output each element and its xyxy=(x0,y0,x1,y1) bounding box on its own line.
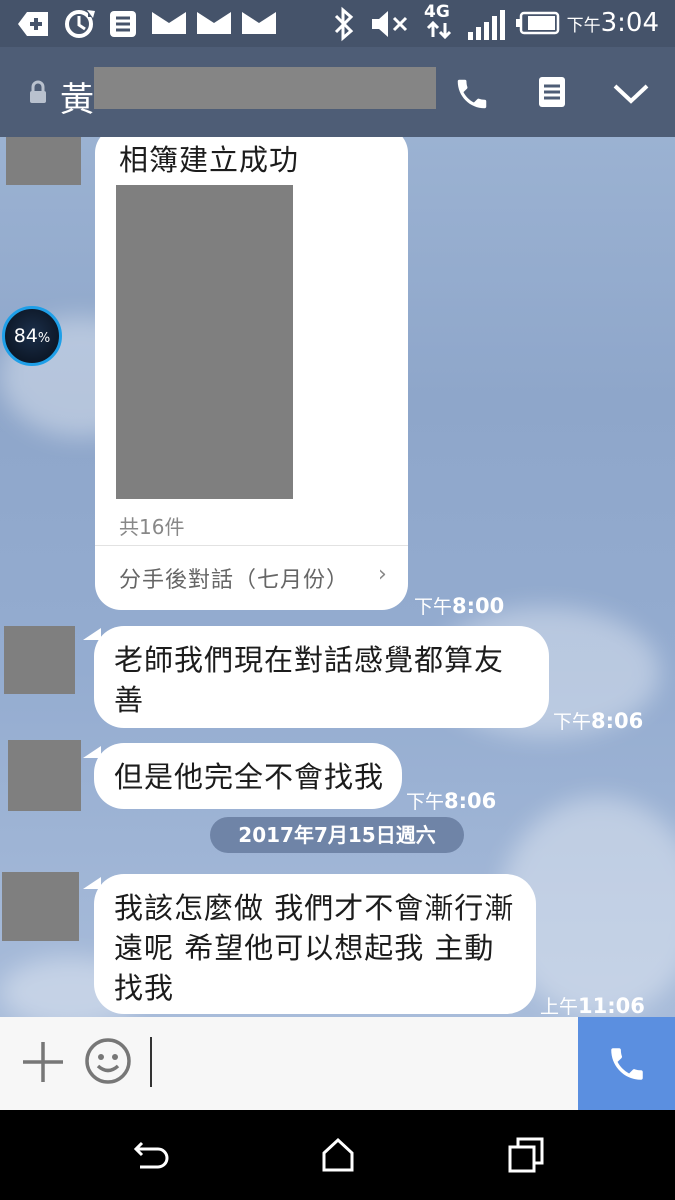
message-time: 下午8:06 xyxy=(406,787,496,814)
floating-battery-widget[interactable]: 84% xyxy=(2,306,62,366)
message-text-line: 善 xyxy=(114,683,145,717)
volume-mute-icon xyxy=(372,11,408,37)
album-count: 共16件 xyxy=(119,515,185,539)
sender-avatar[interactable] xyxy=(8,740,81,811)
time-ampm: 下午 xyxy=(406,791,445,813)
time-ampm: 下午 xyxy=(414,596,453,618)
sender-avatar[interactable] xyxy=(4,626,75,694)
bluetooth-icon xyxy=(334,6,354,42)
home-icon[interactable] xyxy=(318,1135,358,1175)
call-button[interactable] xyxy=(578,1017,675,1110)
signal-icon xyxy=(468,10,505,40)
message-text-line: 但是他完全不會找我 xyxy=(114,760,385,794)
message-time: 上午11:06 xyxy=(540,992,645,1017)
notes-icon[interactable] xyxy=(537,75,567,109)
message-bubble[interactable]: 我該怎麼做 我們才不會漸行漸 遠呢 希望他可以想起我 主動 找我 xyxy=(94,874,536,1014)
message-text-line: 找我 xyxy=(114,971,175,1005)
4g-icon: 4G xyxy=(424,3,454,43)
sync-icon xyxy=(65,9,96,38)
battery-widget-unit: % xyxy=(37,331,51,346)
phone-icon xyxy=(611,1048,643,1080)
recent-apps-icon[interactable] xyxy=(506,1135,546,1175)
album-photo[interactable] xyxy=(116,185,293,499)
name-redaction xyxy=(94,67,436,109)
message-text-line: 遠呢 希望他可以想起我 主動 xyxy=(114,931,495,965)
time-ampm: 下午 xyxy=(553,711,592,733)
status-clock: 下午3:04 xyxy=(567,8,659,38)
mail-icon xyxy=(197,12,231,34)
mail-icon xyxy=(152,12,186,34)
phone-icon[interactable] xyxy=(453,75,491,113)
message-time: 下午8:00 xyxy=(414,592,504,619)
network-label: 4G xyxy=(424,2,450,22)
document-icon xyxy=(110,11,136,37)
message-text-line: 老師我們現在對話感覺都算友 xyxy=(114,643,505,677)
time-value: 8:06 xyxy=(591,709,644,733)
data-arrows-icon xyxy=(426,20,452,40)
message-text-line: 我該怎麼做 我們才不會漸行漸 xyxy=(114,891,515,925)
plus-icon[interactable] xyxy=(20,1039,66,1085)
mail-icon xyxy=(242,12,276,34)
clock-ampm: 下午 xyxy=(566,16,601,36)
text-caret xyxy=(150,1037,152,1087)
date-divider: 2017年7月15日週六 xyxy=(210,817,464,853)
battery-icon xyxy=(516,11,560,35)
time-value: 8:00 xyxy=(452,594,505,618)
sender-avatar[interactable] xyxy=(6,137,81,185)
sender-avatar[interactable] xyxy=(2,872,79,941)
album-card[interactable]: 相簿建立成功 共16件 分手後對話（七月份） › xyxy=(95,137,408,610)
album-divider xyxy=(95,545,408,546)
message-bubble[interactable]: 老師我們現在對話感覺都算友 善 xyxy=(94,626,549,728)
battery-widget-value: 84 xyxy=(13,325,38,347)
album-name-link[interactable]: 分手後對話（七月份） xyxy=(119,562,349,594)
chat-header: 黃 xyxy=(0,47,675,137)
time-ampm: 上午 xyxy=(540,996,579,1017)
album-title: 相簿建立成功 xyxy=(119,143,300,177)
emoji-icon[interactable] xyxy=(84,1037,132,1085)
system-nav-bar xyxy=(0,1110,675,1200)
clock-time: 3:04 xyxy=(600,8,659,38)
message-input[interactable] xyxy=(148,1027,568,1099)
lock-icon xyxy=(30,80,46,103)
message-input-bar xyxy=(0,1017,675,1110)
status-bar: 4G 下午3:04 xyxy=(0,0,675,47)
chat-area[interactable]: 相簿建立成功 共16件 分手後對話（七月份） › 下午8:00 老師我們現在對話… xyxy=(0,137,675,1017)
back-icon[interactable] xyxy=(132,1135,172,1175)
message-time: 下午8:06 xyxy=(553,707,643,734)
time-value: 11:06 xyxy=(578,994,645,1017)
chevron-right-icon: › xyxy=(378,562,387,587)
chevron-down-icon[interactable] xyxy=(611,81,651,107)
chat-name[interactable]: 黃 xyxy=(60,72,94,121)
add-box-icon xyxy=(18,12,48,36)
time-value: 8:06 xyxy=(444,789,497,813)
message-bubble[interactable]: 但是他完全不會找我 xyxy=(94,743,402,809)
